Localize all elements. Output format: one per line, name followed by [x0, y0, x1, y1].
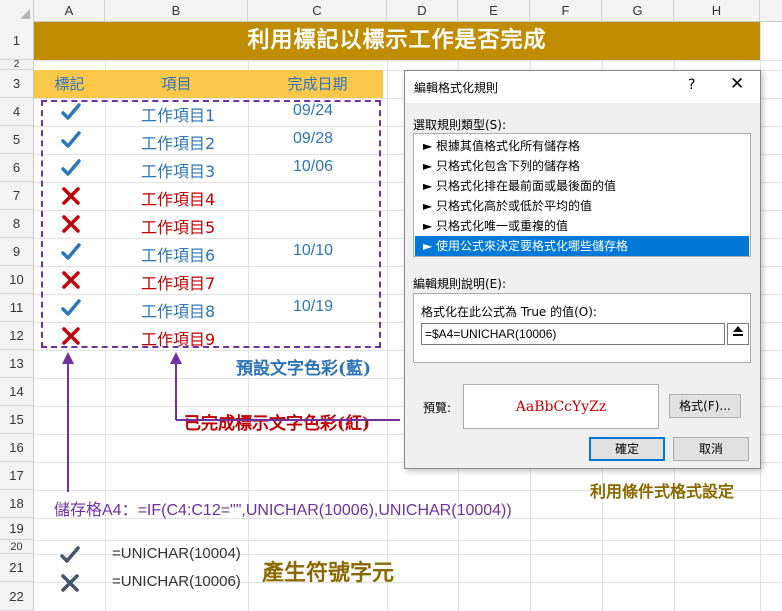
arrow-up-head-task-icon [170, 352, 182, 364]
column-header-e[interactable]: E [458, 0, 530, 22]
rule-type-item[interactable]: ► 只格式化包含下列的儲存格 [415, 156, 749, 176]
cross-icon [62, 327, 80, 345]
task-name-cell[interactable]: 工作項目2 [141, 130, 215, 154]
cross-icon [62, 271, 80, 289]
column-header-d[interactable]: D [387, 0, 458, 22]
check-icon [60, 546, 80, 563]
cross-icon [61, 574, 79, 592]
row-header-18[interactable]: 18 [0, 490, 34, 518]
task-name-cell[interactable]: 工作項目5 [141, 214, 215, 238]
column-header-b[interactable]: B [105, 0, 248, 22]
done-date-cell[interactable]: 10/19 [293, 298, 333, 316]
select-all-corner[interactable] [0, 0, 34, 22]
row-header-16[interactable]: 16 [0, 434, 34, 462]
task-name-cell[interactable]: 工作項目7 [141, 270, 215, 294]
row-header-13[interactable]: 13 [0, 350, 34, 378]
formula-input[interactable]: =$A4=UNICHAR(10006) [421, 323, 725, 345]
rule-type-item[interactable]: ► 根據其值格式化所有儲存格 [415, 136, 749, 156]
row-header-19[interactable]: 19 [0, 518, 34, 540]
column-header-g[interactable]: G [602, 0, 674, 22]
done-date-cell[interactable]: 10/06 [293, 158, 333, 176]
check-icon [61, 243, 81, 260]
edit-formatting-rule-dialog: 編輯格式化規則 ? ✕ 選取規則類型(S): ► 根據其值格式化所有儲存格 ► … [404, 70, 761, 469]
close-icon[interactable]: ✕ [730, 74, 744, 94]
header-item: 項目 [161, 75, 192, 93]
dialog-title: 編輯格式化規則 [414, 81, 499, 95]
ok-button[interactable]: 確定 [589, 437, 665, 461]
collapse-dialog-button[interactable] [727, 323, 749, 345]
task-name-cell[interactable]: 工作項目6 [141, 242, 215, 266]
task-name-cell[interactable]: 工作項目3 [141, 158, 215, 182]
select-rule-type-label: 選取規則類型(S): [413, 118, 507, 132]
unichar-10006-label: =UNICHAR(10006) [112, 573, 241, 590]
row-header-12[interactable]: 12 [0, 322, 34, 350]
row-header-3[interactable]: 3 [0, 70, 34, 98]
done-date-cell[interactable]: 10/10 [293, 242, 333, 260]
cross-icon [62, 187, 80, 205]
arrow-up-head-mark-icon [62, 352, 74, 364]
rule-type-item[interactable]: ► 只格式化排在最前面或最後面的值 [415, 176, 749, 196]
format-preview: AaBbCcYyZz [463, 384, 659, 429]
row-header-10[interactable]: 10 [0, 266, 34, 294]
task-name-cell[interactable]: 工作項目1 [141, 102, 215, 126]
task-name-cell[interactable]: 工作項目8 [141, 298, 215, 322]
sheet-title: 利用標記以標示工作是否完成 [34, 22, 760, 60]
help-button[interactable]: ? [688, 77, 695, 93]
rule-type-item[interactable]: ► 只格式化高於或低於平均的值 [415, 196, 749, 216]
row-header-4[interactable]: 4 [0, 98, 34, 126]
row-header-14[interactable]: 14 [0, 378, 34, 406]
done-date-cell[interactable]: 09/28 [293, 130, 333, 148]
cross-icon [62, 215, 80, 233]
formula-label: 格式化在此公式為 True 的值(O): [421, 305, 597, 319]
rule-type-list: ► 根據其值格式化所有儲存格 ► 只格式化包含下列的儲存格 ► 只格式化排在最前… [413, 133, 751, 257]
check-icon [61, 131, 81, 148]
column-header-row: A B C D E F G H [0, 0, 782, 22]
row-header-22[interactable]: 22 [0, 582, 34, 611]
check-icon [61, 159, 81, 176]
select-all-triangle-icon [20, 9, 30, 19]
row-header-5[interactable]: 5 [0, 126, 34, 154]
dialog-titlebar[interactable]: 編輯格式化規則 ? ✕ [405, 71, 760, 103]
column-header-h[interactable]: H [674, 0, 760, 22]
format-button[interactable]: 格式(F)... [669, 394, 741, 418]
row-header-7[interactable]: 7 [0, 182, 34, 210]
cell-a4-formula-note: 儲存格A4：=IF(C4:C12="",UNICHAR(10006),UNICH… [54, 502, 512, 519]
check-icon [61, 103, 81, 120]
unichar-10004-label: =UNICHAR(10004) [112, 545, 241, 562]
grid-hline [34, 540, 782, 541]
row-header-20[interactable]: 20 [0, 540, 34, 554]
rule-type-item[interactable]: ► 只格式化唯一或重複的值 [415, 216, 749, 236]
column-header-a[interactable]: A [34, 0, 105, 22]
task-name-cell[interactable]: 工作項目4 [141, 186, 215, 210]
header-done-date: 完成日期 [287, 75, 348, 93]
rule-type-item-selected[interactable]: ► 使用公式來決定要格式化哪些儲存格 [415, 236, 749, 256]
row-header-17[interactable]: 17 [0, 462, 34, 490]
header-mark: 標記 [54, 75, 85, 93]
check-icon [61, 299, 81, 316]
done-date-cell[interactable]: 09/24 [293, 102, 333, 120]
completed-color-annotation: 已完成標示文字色彩(紅) [184, 414, 371, 434]
row-header-6[interactable]: 6 [0, 154, 34, 182]
cancel-button[interactable]: 取消 [673, 437, 749, 461]
default-color-annotation: 預設文字色彩(藍) [236, 359, 372, 379]
row-header-9[interactable]: 9 [0, 238, 34, 266]
column-header-c[interactable]: C [248, 0, 387, 22]
grid-hline [34, 60, 782, 61]
conditional-format-annotation: 利用條件式格式設定 [590, 482, 735, 501]
column-header-f[interactable]: F [530, 0, 602, 22]
produce-symbol-annotation: 產生符號字元 [262, 560, 395, 586]
row-header-1[interactable]: 1 [0, 22, 34, 60]
row-header-8[interactable]: 8 [0, 210, 34, 238]
edit-description-label: 編輯規則說明(E): [413, 277, 506, 291]
row-header-2[interactable]: 2 [0, 60, 34, 70]
row-header-21[interactable]: 21 [0, 554, 34, 582]
grid-vline [387, 22, 388, 611]
collapse-arrow-icon [733, 326, 743, 336]
row-header-11[interactable]: 11 [0, 294, 34, 322]
task-name-cell[interactable]: 工作項目9 [141, 326, 215, 350]
preview-label: 預覽: [423, 401, 452, 415]
row-header-15[interactable]: 15 [0, 406, 34, 434]
